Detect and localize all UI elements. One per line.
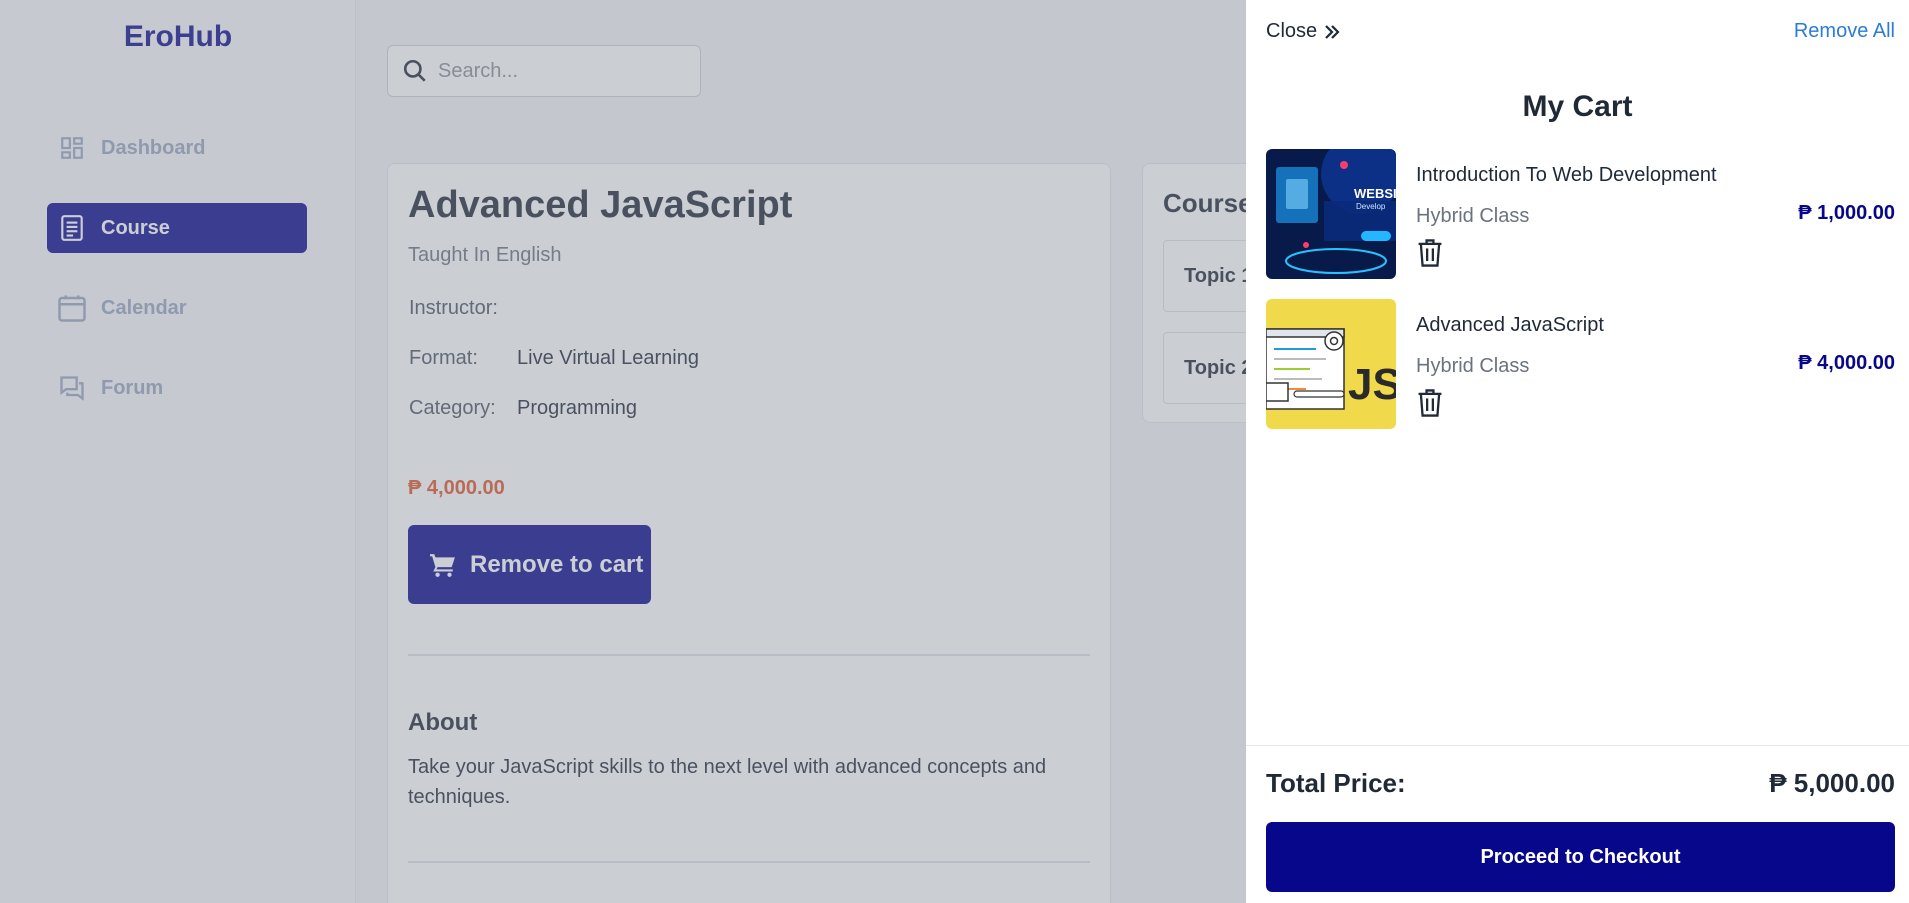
thumb-text: JS bbox=[1348, 360, 1396, 409]
course-thumbnail: JS bbox=[1266, 299, 1396, 429]
trash-icon[interactable] bbox=[1416, 387, 1444, 419]
cart-item-type: Hybrid Class bbox=[1416, 355, 1530, 377]
trash-icon[interactable] bbox=[1416, 237, 1444, 269]
total-price-label: Total Price: bbox=[1266, 768, 1406, 798]
thumb-text: WEBSI bbox=[1354, 186, 1396, 201]
cart-footer: Total Price: ₱ 5,000.00 Proceed to Check… bbox=[1246, 745, 1909, 903]
cart-item-price: ₱ 4,000.00 bbox=[1798, 352, 1895, 374]
backdrop-overlay[interactable] bbox=[0, 0, 1246, 903]
cart-item-price: ₱ 1,000.00 bbox=[1798, 202, 1895, 224]
close-button[interactable]: Close bbox=[1266, 20, 1341, 43]
course-thumbnail: WEBSI Develop bbox=[1266, 149, 1396, 279]
remove-all-link[interactable]: Remove All bbox=[1794, 20, 1895, 43]
close-label: Close bbox=[1266, 20, 1318, 42]
checkout-button[interactable]: Proceed to Checkout bbox=[1266, 822, 1895, 892]
cart-item-name: Advanced JavaScript bbox=[1416, 314, 1604, 336]
cart-drawer: Close Remove All My Cart WEBSI Develop I… bbox=[1246, 0, 1909, 903]
thumb-subtext: Develop bbox=[1356, 202, 1386, 211]
cart-item-name: Introduction To Web Development bbox=[1416, 164, 1717, 186]
cart-title: My Cart bbox=[1522, 90, 1633, 123]
cart-item-type: Hybrid Class bbox=[1416, 205, 1530, 227]
cart-item: WEBSI Develop Introduction To Web Develo… bbox=[1266, 149, 1895, 279]
double-chevron-right-icon bbox=[1323, 23, 1341, 41]
cart-item: JS Advanced JavaScript Hybrid Class ₱ 4,… bbox=[1266, 299, 1895, 429]
total-price-value: ₱ 5,000.00 bbox=[1769, 768, 1895, 798]
